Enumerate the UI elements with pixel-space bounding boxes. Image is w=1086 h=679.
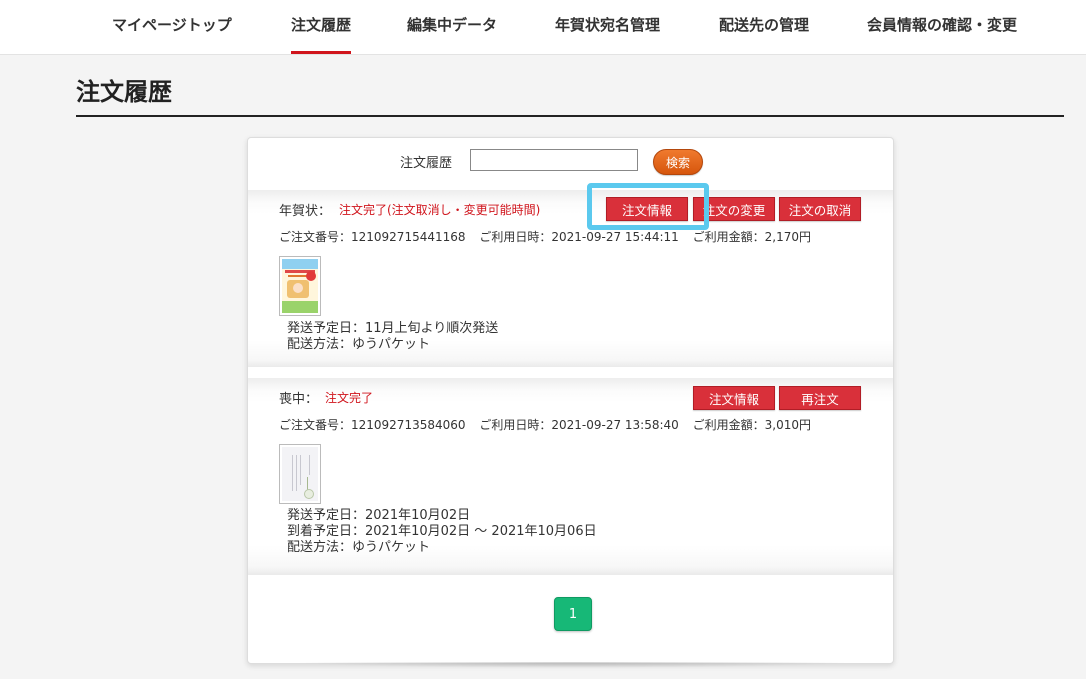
shipping-method: 配送方法：ゆうパケット bbox=[287, 337, 431, 352]
top-navigation: マイページトップ 注文履歴 編集中データ 年賀状宛名管理 配送先の管理 会員情報… bbox=[0, 0, 1086, 55]
order-date: ご利用日時：2021-09-27 13:58:40 bbox=[479, 418, 679, 432]
nav-item-order-history[interactable]: 注文履歴 bbox=[291, 0, 352, 54]
nav-item-editing-data[interactable]: 編集中データ bbox=[407, 0, 497, 54]
search-input[interactable] bbox=[470, 149, 638, 171]
page-title: 注文履歴 bbox=[76, 78, 172, 106]
mochu-card-image bbox=[282, 447, 318, 501]
order-item-nengajo: 年賀状： 注文完了(注文取消し・変更可能時間) 注文情報 注文の変更 注文の取消… bbox=[248, 190, 893, 367]
order-type-label: 喪中： bbox=[279, 392, 319, 407]
order-item-mochu: 喪中： 注文完了 注文情報 再注文 ご注文番号：121092713584060 … bbox=[248, 378, 893, 575]
order-info-button[interactable]: 注文情報 bbox=[606, 197, 688, 221]
shipping-date: 発送予定日：11月上旬より順次発送 bbox=[287, 321, 499, 336]
nav-item-delivery-management[interactable]: 配送先の管理 bbox=[719, 0, 809, 54]
search-label: 注文履歴 bbox=[400, 156, 453, 171]
arrival-date: 到着予定日：2021年10月02日 ～ 2021年10月06日 bbox=[287, 524, 597, 539]
search-row: 注文履歴 検索 bbox=[248, 138, 893, 190]
shipping-info: 発送予定日：2021年10月02日 到着予定日：2021年10月02日 ～ 20… bbox=[287, 508, 597, 556]
order-number: ご注文番号：121092713584060 bbox=[279, 418, 466, 432]
order-amount: ご利用金額：2,170円 bbox=[692, 230, 811, 244]
card-shadow bbox=[292, 662, 852, 668]
order-history-card: 注文履歴 検索 年賀状： 注文完了(注文取消し・変更可能時間) 注文情報 注文の… bbox=[247, 137, 894, 664]
order-meta: ご注文番号：121092715441168 ご利用日時：2021-09-27 1… bbox=[279, 228, 821, 245]
nengajo-card-image bbox=[282, 259, 318, 313]
order-type-label: 年賀状： bbox=[279, 204, 332, 219]
search-button[interactable]: 検索 bbox=[653, 149, 703, 175]
order-status: 注文完了 bbox=[325, 391, 374, 405]
shipping-method: 配送方法：ゆうパケット bbox=[287, 540, 431, 555]
pagination-page-1[interactable]: 1 bbox=[554, 597, 592, 631]
order-meta: ご注文番号：121092713584060 ご利用日時：2021-09-27 1… bbox=[279, 416, 821, 433]
shipping-info: 発送予定日：11月上旬より順次発送 配送方法：ゆうパケット bbox=[287, 321, 498, 353]
order-thumbnail[interactable] bbox=[279, 444, 321, 504]
title-divider bbox=[76, 115, 1064, 117]
order-status: 注文完了(注文取消し・変更可能時間) bbox=[339, 203, 541, 217]
order-change-button[interactable]: 注文の変更 bbox=[693, 197, 775, 221]
order-info-button[interactable]: 注文情報 bbox=[693, 386, 775, 410]
order-amount: ご利用金額：3,010円 bbox=[692, 418, 811, 432]
order-date: ご利用日時：2021-09-27 15:44:11 bbox=[479, 230, 679, 244]
order-thumbnail[interactable] bbox=[279, 256, 321, 316]
order-number: ご注文番号：121092715441168 bbox=[279, 230, 466, 244]
nav-item-mypage-top[interactable]: マイページトップ bbox=[112, 0, 232, 54]
nav-item-member-info[interactable]: 会員情報の確認・変更 bbox=[867, 0, 1017, 54]
reorder-button[interactable]: 再注文 bbox=[779, 386, 861, 410]
shipping-date: 発送予定日：2021年10月02日 bbox=[287, 508, 471, 523]
order-cancel-button[interactable]: 注文の取消 bbox=[779, 197, 861, 221]
nav-item-address-management[interactable]: 年賀状宛名管理 bbox=[555, 0, 660, 54]
